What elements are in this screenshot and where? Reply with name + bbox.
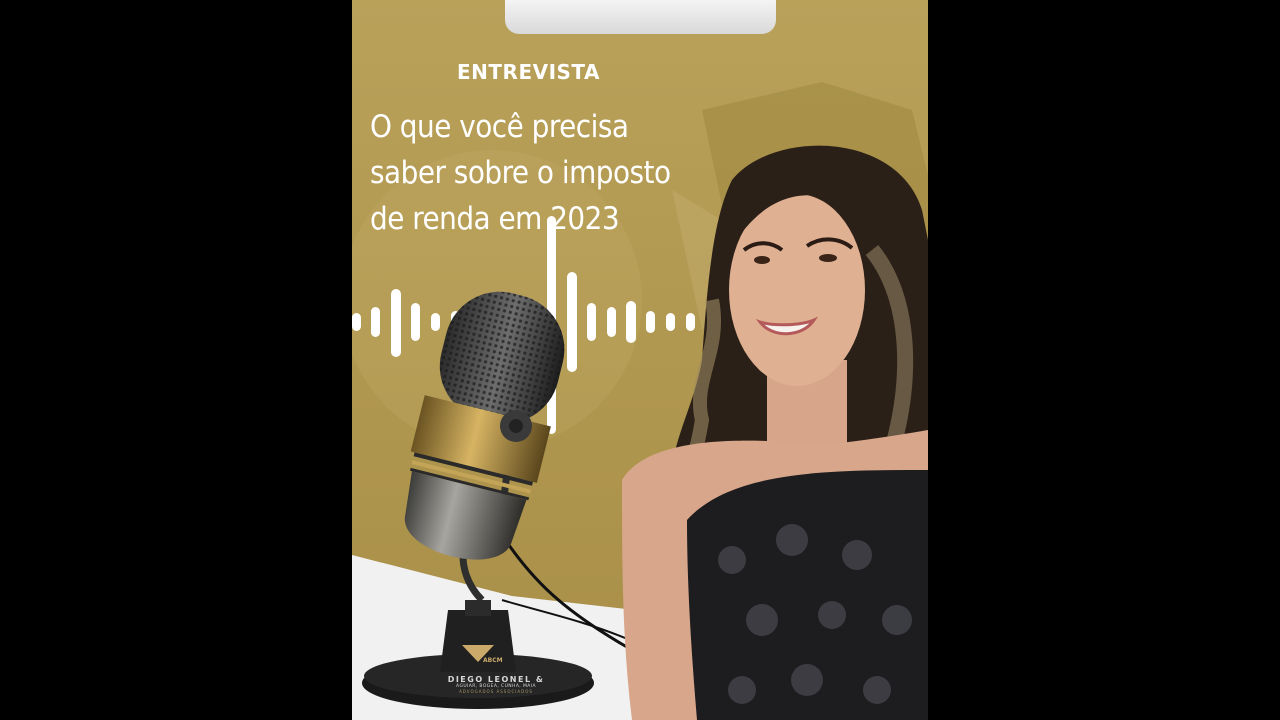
episode-title: O que você precisa saber sobre o imposto… bbox=[370, 109, 671, 237]
top-tab-decoration bbox=[505, 0, 776, 34]
brand-name: DIEGO LEONEL & bbox=[447, 675, 545, 684]
brand-badge: ABCM bbox=[483, 657, 503, 664]
brand-logo: DIEGO LEONEL & AGUIAR, BOGEA, CUNHA, MAI… bbox=[416, 675, 576, 694]
brand-tagline: ADVOGADOS ASSOCIADOS bbox=[459, 689, 533, 694]
category-label: ENTREVISTA bbox=[457, 60, 600, 84]
video-frame: ENTREVISTA O que você precisa saber sobr… bbox=[352, 0, 928, 720]
